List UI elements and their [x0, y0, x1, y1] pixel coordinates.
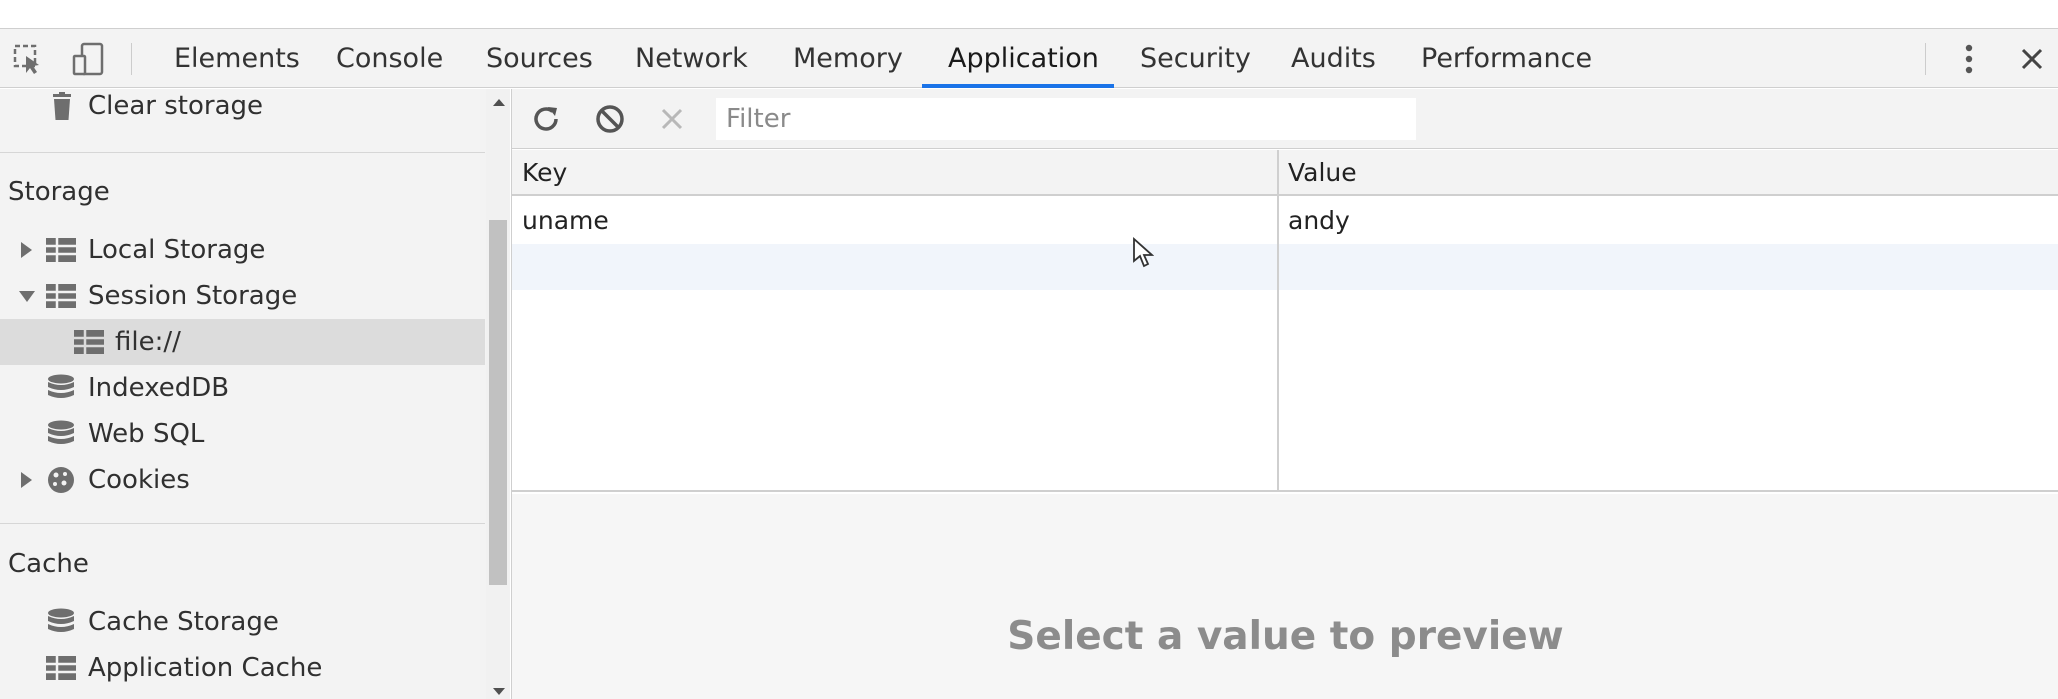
- application-sidebar: Clear storage Storage Local Storage Sess…: [0, 89, 488, 699]
- table-header: Key Value: [512, 150, 2058, 196]
- sidebar-divider: [0, 523, 485, 524]
- sidebar-item-cache-storage[interactable]: Cache Storage: [0, 599, 485, 645]
- preview-placeholder: Select a value to preview: [1007, 614, 1564, 659]
- database-icon: [48, 374, 74, 398]
- more-options-icon[interactable]: [1954, 29, 1984, 89]
- sidebar-item-session-storage[interactable]: Session Storage: [0, 273, 485, 319]
- sidebar-item-label: Clear storage: [88, 91, 264, 121]
- storage-main-panel: Key Value uname andy Select a value to p…: [511, 89, 2058, 699]
- refresh-icon[interactable]: [528, 101, 564, 137]
- tab-application[interactable]: Application: [948, 29, 1099, 89]
- mouse-cursor-icon: [1133, 237, 1154, 268]
- database-icon: [48, 420, 74, 444]
- sidebar-item-label: IndexedDB: [88, 373, 230, 403]
- column-header-value[interactable]: Value: [1278, 150, 1357, 196]
- sidebar-item-label: Cache Storage: [88, 607, 279, 637]
- sidebar-scroll-thumb[interactable]: [489, 220, 507, 585]
- section-storage: Storage: [8, 177, 110, 207]
- table-row-empty[interactable]: [512, 244, 2058, 290]
- scroll-up-arrow-icon[interactable]: [493, 99, 505, 106]
- collapse-arrow-icon[interactable]: [19, 291, 35, 302]
- storage-toolbar: [512, 89, 2058, 149]
- toolbar-divider: [131, 43, 132, 75]
- tab-memory[interactable]: Memory: [793, 29, 903, 89]
- sidebar-item-indexeddb[interactable]: IndexedDB: [0, 365, 485, 411]
- database-icon: [48, 608, 74, 632]
- sidebar-item-label: Local Storage: [88, 235, 266, 265]
- grid-storage-icon: [46, 284, 76, 308]
- tab-console[interactable]: Console: [336, 29, 443, 89]
- sidebar-item-session-origin[interactable]: file://: [0, 319, 485, 365]
- tab-security[interactable]: Security: [1140, 29, 1251, 89]
- trash-icon: [53, 92, 71, 120]
- expand-arrow-icon[interactable]: [21, 472, 32, 488]
- sidebar-item-local-storage[interactable]: Local Storage: [0, 227, 485, 273]
- devtools-tabbar: Elements Console Sources Network Memory …: [0, 28, 2058, 88]
- tab-sources[interactable]: Sources: [486, 29, 593, 89]
- value-preview-pane: Select a value to preview: [512, 494, 2058, 699]
- sidebar-item-web-sql[interactable]: Web SQL: [0, 411, 485, 457]
- delete-selected-icon[interactable]: [654, 101, 690, 137]
- storage-table: Key Value uname andy: [512, 150, 2058, 494]
- scroll-down-arrow-icon[interactable]: [493, 688, 505, 695]
- sidebar-item-cookies[interactable]: Cookies: [0, 457, 485, 503]
- value-cell[interactable]: andy: [1278, 198, 1350, 244]
- active-tab-indicator: [922, 84, 1114, 88]
- sidebar-item-label: Session Storage: [88, 281, 298, 311]
- table-row[interactable]: uname andy: [512, 198, 2058, 244]
- sidebar-item-label: file://: [115, 327, 181, 357]
- inspect-element-icon[interactable]: [8, 29, 48, 89]
- section-cache: Cache: [8, 549, 89, 579]
- close-icon[interactable]: [2014, 29, 2050, 89]
- device-toolbar-icon[interactable]: [68, 29, 108, 89]
- grid-storage-icon: [46, 656, 76, 680]
- clear-all-icon[interactable]: [592, 101, 628, 137]
- sidebar-item-clear-storage[interactable]: Clear storage: [0, 89, 485, 129]
- sidebar-divider: [0, 152, 485, 153]
- sidebar-item-label: Cookies: [88, 465, 190, 495]
- column-divider[interactable]: [1277, 150, 1279, 491]
- cookie-icon: [48, 467, 74, 493]
- expand-arrow-icon[interactable]: [21, 242, 32, 258]
- toolbar-divider: [1925, 43, 1926, 75]
- column-header-key[interactable]: Key: [512, 150, 567, 196]
- key-cell[interactable]: uname: [512, 198, 609, 244]
- tab-elements[interactable]: Elements: [174, 29, 300, 89]
- sidebar-item-label: Application Cache: [88, 653, 323, 683]
- filter-input[interactable]: [716, 98, 1416, 140]
- grid-storage-icon: [74, 330, 104, 354]
- tab-performance[interactable]: Performance: [1421, 29, 1592, 89]
- window-top-strip: [0, 0, 2058, 28]
- sidebar-item-application-cache[interactable]: Application Cache: [0, 645, 485, 691]
- tab-network[interactable]: Network: [635, 29, 748, 89]
- sidebar-item-label: Web SQL: [88, 419, 205, 449]
- grid-storage-icon: [46, 238, 76, 262]
- table-bottom-border: [512, 490, 2058, 492]
- tab-audits[interactable]: Audits: [1291, 29, 1376, 89]
